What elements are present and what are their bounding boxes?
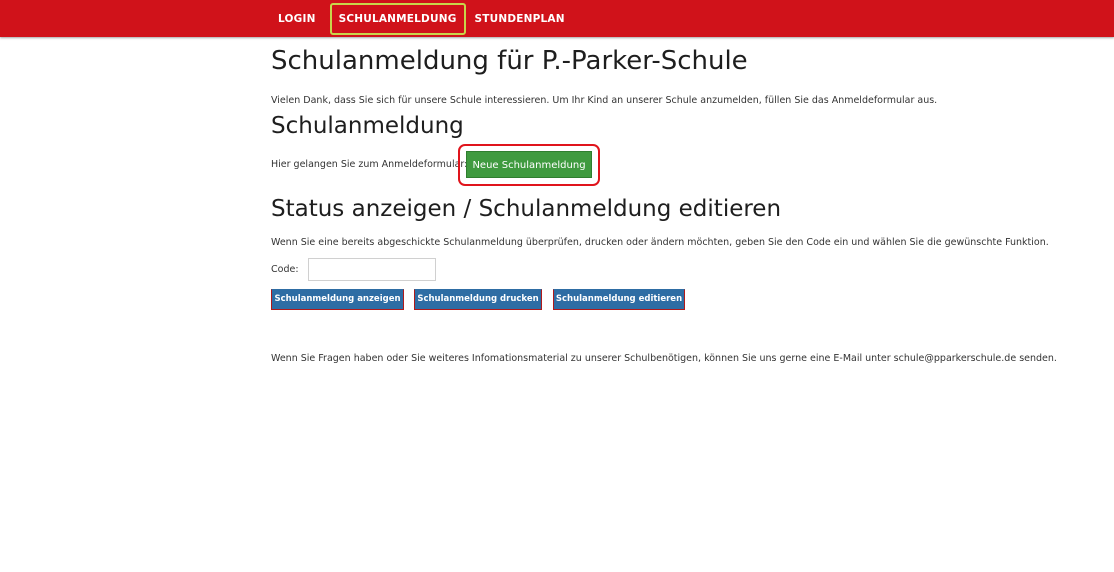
top-nav-bar: LOGIN SCHULANMELDUNG STUNDENPLAN	[0, 0, 1114, 37]
registration-heading: Schulanmeldung	[271, 113, 464, 139]
registration-text: Hier gelangen Sie zum Anmeldeformular:	[271, 159, 468, 170]
footer-text: Wenn Sie Fragen haben oder Sie weiteres …	[271, 353, 1057, 364]
code-input[interactable]	[308, 258, 436, 281]
status-text: Wenn Sie eine bereits abgeschickte Schul…	[271, 237, 1049, 248]
nav-item-stundenplan[interactable]: STUNDENPLAN	[466, 3, 574, 35]
print-registration-button[interactable]: Schulanmeldung drucken	[414, 289, 542, 310]
code-label: Code:	[271, 264, 299, 275]
intro-text: Vielen Dank, dass Sie sich für unsere Sc…	[271, 95, 938, 106]
new-registration-button[interactable]: Neue Schulanmeldung	[466, 151, 592, 178]
nav-item-schulanmeldung[interactable]: SCHULANMELDUNG	[329, 3, 466, 35]
main-nav: LOGIN SCHULANMELDUNG STUNDENPLAN	[268, 3, 574, 35]
page-title: Schulanmeldung für P.-Parker-Schule	[271, 46, 748, 76]
edit-registration-button[interactable]: Schulanmeldung editieren	[553, 289, 685, 310]
status-heading: Status anzeigen / Schulanmeldung editier…	[271, 196, 782, 222]
show-registration-button[interactable]: Schulanmeldung anzeigen	[271, 289, 404, 310]
nav-item-login[interactable]: LOGIN	[268, 3, 330, 35]
